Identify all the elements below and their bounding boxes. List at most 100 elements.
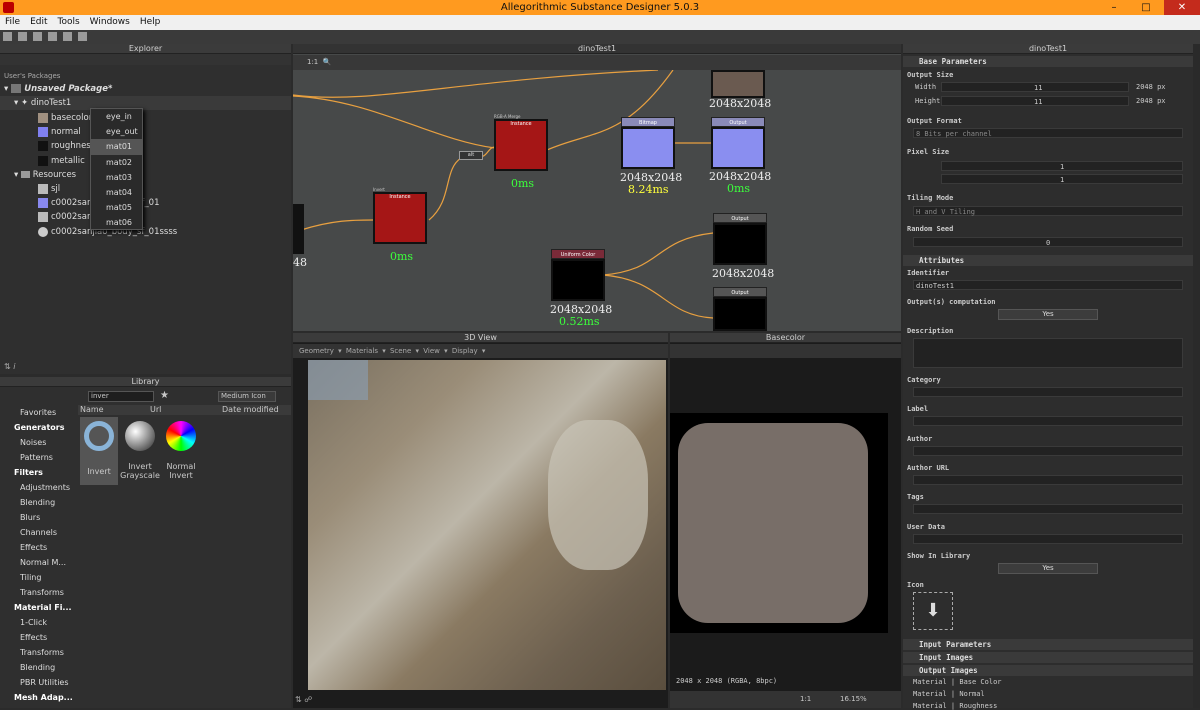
section-attributes[interactable]: Attributes (903, 255, 1193, 266)
node-output-metallic[interactable]: Output (713, 287, 767, 331)
output-item-normal[interactable]: normal (38, 125, 81, 139)
node-output-normal[interactable]: Output (711, 117, 765, 169)
tiling-select[interactable]: H and V Tiling (913, 206, 1183, 216)
graph-item[interactable]: ▾ ✦ dinoTest1 (0, 96, 291, 110)
save-all-icon[interactable] (48, 32, 57, 41)
description-input[interactable] (913, 338, 1183, 368)
author-input[interactable] (913, 446, 1183, 456)
output-item-roughness[interactable]: roughness (38, 139, 95, 153)
node-small[interactable]: alt (459, 151, 483, 160)
menu-help[interactable]: Help (135, 15, 166, 30)
author-url-input[interactable] (913, 475, 1183, 485)
node-output-basecolor[interactable] (711, 70, 765, 98)
output-image-item[interactable]: Material | Normal (913, 690, 985, 698)
3d-view-footer-icon[interactable]: ⇅ ☍ (295, 695, 312, 704)
user-data-input[interactable] (913, 534, 1183, 544)
library-item-label[interactable]: Invert (80, 467, 118, 476)
library-category-item[interactable]: Noises (0, 435, 72, 450)
invert-icon[interactable] (84, 421, 114, 451)
node-bitmap[interactable]: Bitmap (621, 117, 675, 169)
view-mode-select[interactable]: Medium Icon (218, 391, 276, 402)
save-icon[interactable] (33, 32, 42, 41)
collapse-arrow-icon[interactable]: ▾ (14, 98, 18, 108)
library-category-item[interactable]: Blending (0, 660, 72, 675)
graph-zoom[interactable]: 1:1 (307, 58, 318, 66)
resource-item[interactable]: sjl (38, 182, 60, 196)
library-item-label[interactable]: Invert Grayscale (120, 462, 160, 480)
menu-geometry[interactable]: Geometry (299, 347, 334, 355)
menu-display[interactable]: Display (452, 347, 478, 355)
context-item[interactable]: mat06 (91, 215, 142, 230)
3d-viewport[interactable] (308, 360, 666, 690)
tags-input[interactable] (913, 504, 1183, 514)
section-output-images[interactable]: Output Images (903, 665, 1193, 676)
zoom-label[interactable]: 16.15% (840, 691, 867, 708)
redo-icon[interactable] (78, 32, 87, 41)
2d-viewport[interactable] (670, 413, 888, 633)
output-image-item[interactable]: Material | Base Color (913, 678, 1002, 686)
label-input[interactable] (913, 416, 1183, 426)
library-search-input[interactable]: inver (88, 391, 154, 402)
invert-grayscale-icon[interactable] (125, 421, 155, 451)
format-select[interactable]: 8 Bits per channel (913, 128, 1183, 138)
pixel-height-slider[interactable]: 1 (941, 174, 1183, 184)
package-item[interactable]: ▾ Unsaved Package* (4, 82, 112, 96)
height-slider[interactable]: 11 (941, 96, 1129, 106)
context-item[interactable]: eye_out (91, 124, 142, 139)
library-category-item[interactable]: Transforms (0, 645, 72, 660)
library-category-item[interactable]: Effects (0, 630, 72, 645)
context-item[interactable]: mat02 (91, 155, 142, 170)
new-icon[interactable] (3, 32, 12, 41)
close-button[interactable]: ✕ (1164, 0, 1200, 15)
category-input[interactable] (913, 387, 1183, 397)
library-category-item[interactable]: Patterns (0, 450, 72, 465)
context-item-selected[interactable]: mat01 (91, 139, 142, 155)
ratio-label[interactable]: 1:1 (800, 691, 811, 708)
resources-folder[interactable]: ▾ Resources (14, 168, 76, 182)
output-item-basecolor[interactable]: basecolor (38, 111, 92, 125)
context-item[interactable]: eye_in (91, 109, 142, 124)
library-category-item[interactable]: Normal M... (0, 555, 72, 570)
menu-scene[interactable]: Scene (390, 347, 411, 355)
library-category-item[interactable]: Blending (0, 495, 72, 510)
context-item[interactable]: mat04 (91, 185, 142, 200)
node-invert[interactable]: Invert Instance (373, 187, 427, 244)
properties-scrollbar[interactable] (1193, 44, 1200, 708)
section-input-images[interactable]: Input Images (903, 652, 1193, 663)
library-category-item[interactable]: Effects (0, 540, 72, 555)
section-input-parameters[interactable]: Input Parameters (903, 639, 1193, 650)
menu-tools[interactable]: Tools (53, 15, 85, 30)
library-category-header[interactable]: Filters (0, 465, 72, 480)
library-category-header[interactable]: Generators (0, 420, 72, 435)
menu-view[interactable]: View (423, 347, 440, 355)
column-url[interactable]: Url (150, 405, 161, 415)
node-uniform-color[interactable]: Uniform Color (551, 249, 605, 301)
minimize-button[interactable]: – (1104, 0, 1124, 15)
library-category-header[interactable]: Mesh Adap... (0, 690, 72, 705)
column-name[interactable]: Name (80, 405, 104, 415)
menu-materials[interactable]: Materials (346, 347, 378, 355)
show-in-library-button[interactable]: Yes (998, 563, 1098, 574)
collapse-arrow-icon[interactable]: ▾ (4, 84, 8, 94)
library-category-item[interactable]: Tiling (0, 570, 72, 585)
node-partial[interactable] (293, 204, 304, 254)
width-slider[interactable]: 11 (941, 82, 1129, 92)
menu-file[interactable]: File (0, 15, 25, 30)
library-category-item[interactable]: 1-Click (0, 615, 72, 630)
output-image-item[interactable]: Material | Roughness (913, 702, 997, 710)
open-icon[interactable] (18, 32, 27, 41)
menu-edit[interactable]: Edit (25, 15, 52, 30)
library-category-item[interactable]: Channels (0, 525, 72, 540)
section-base-parameters[interactable]: Base Parameters (903, 56, 1193, 67)
download-icon[interactable]: ⬇ (913, 592, 953, 630)
library-category-item[interactable]: Blurs (0, 510, 72, 525)
undo-icon[interactable] (63, 32, 72, 41)
maximize-button[interactable]: □ (1136, 0, 1156, 15)
seed-slider[interactable]: 0 (913, 237, 1183, 247)
library-item-label[interactable]: Normal Invert (161, 462, 201, 480)
star-icon[interactable]: ★ (160, 390, 169, 401)
output-item-metallic[interactable]: metallic (38, 154, 85, 168)
normal-invert-icon[interactable] (166, 421, 196, 451)
outputs-computation-button[interactable]: Yes (998, 309, 1098, 320)
context-item[interactable]: mat05 (91, 200, 142, 215)
